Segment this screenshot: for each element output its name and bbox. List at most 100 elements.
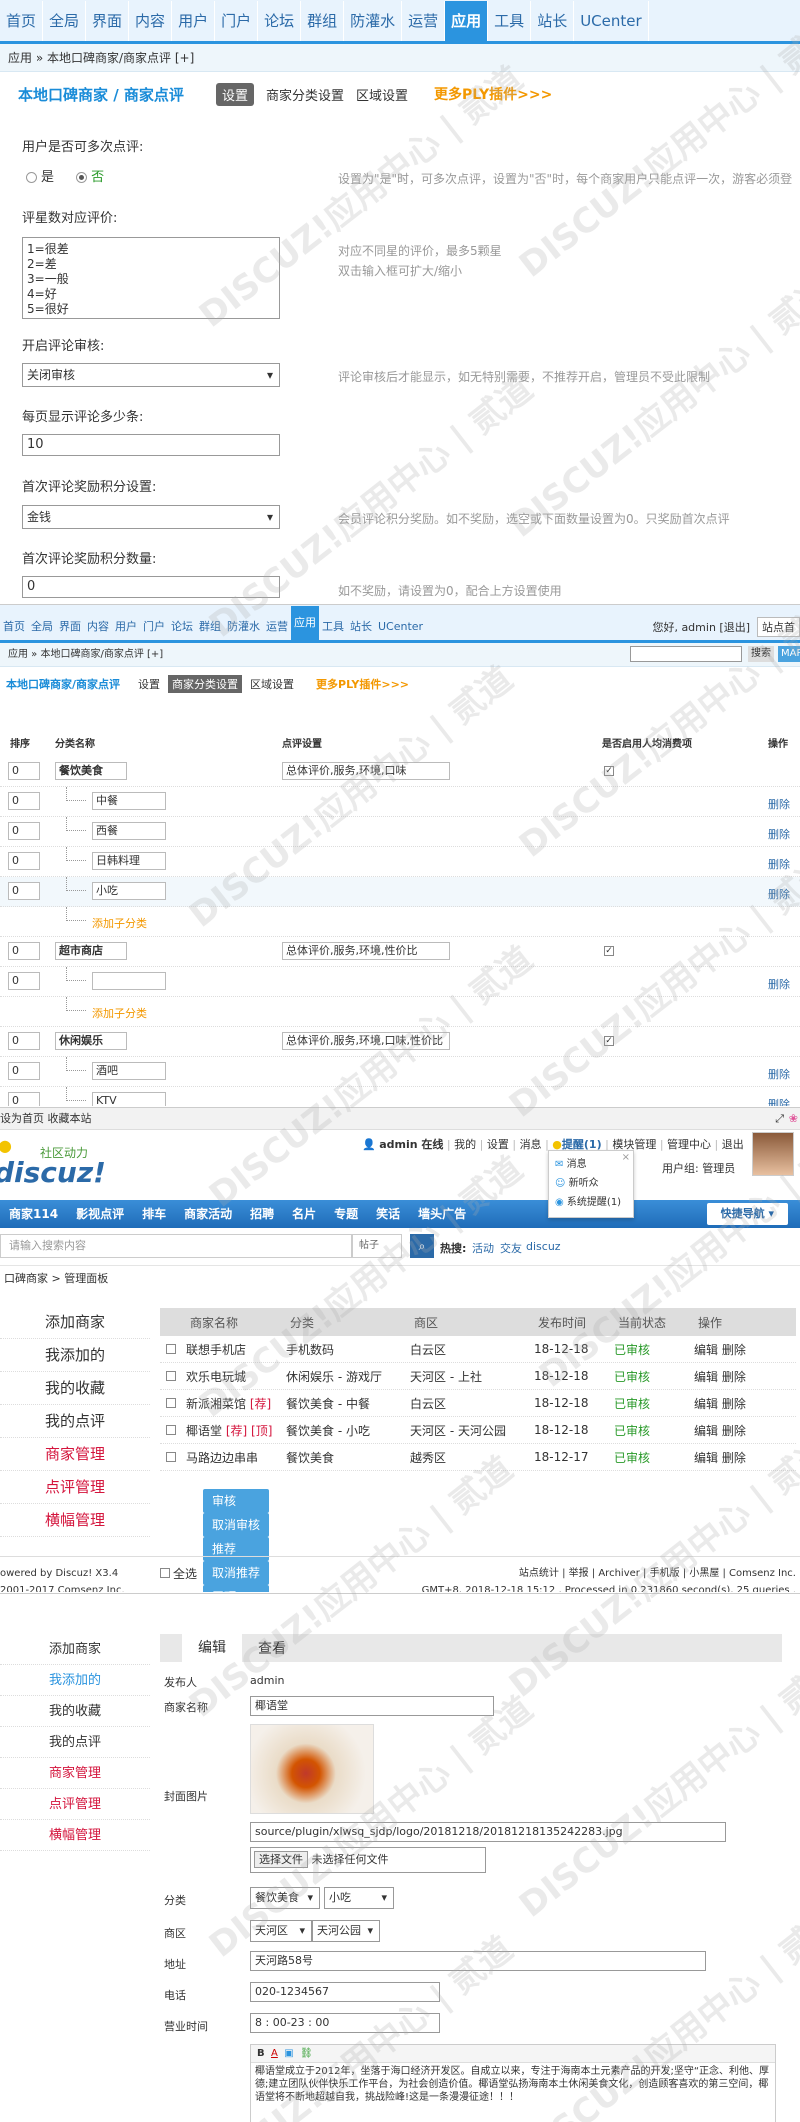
bold-icon[interactable]: B [257,2048,265,2059]
delete-link[interactable]: 删除 [768,796,790,812]
hot-word-2[interactable]: 交友 [500,1240,522,1256]
search-type-select[interactable]: 帖子 [352,1234,402,1258]
sidebar-item-3[interactable]: 我的点评 [0,1727,150,1758]
nav2-item-7[interactable]: 群组 [196,614,224,640]
sidebar-item-0[interactable]: 添加商家 [0,1634,150,1665]
tab-area-settings[interactable]: 区域设置 [356,85,408,104]
nav-item-2[interactable]: 界面 [86,1,130,41]
sidebar-item-0[interactable]: 添加商家 [0,1306,150,1339]
cover-image[interactable] [250,1724,374,1814]
nav-item-12[interactable]: 站长 [531,1,575,41]
tab-category-settings-2[interactable]: 商家分类设置 [168,675,243,693]
add-subcategory-link[interactable]: 添加子分类 [92,915,147,931]
main-nav-item-0[interactable]: 商家114 [0,1200,67,1228]
nav2-item-2[interactable]: 界面 [56,614,84,640]
nav-item-11[interactable]: 工具 [488,1,532,41]
delete-link[interactable]: 删除 [768,1096,790,1106]
main-nav-item-8[interactable]: 墙头广告 [409,1200,475,1228]
subcategory-name-input[interactable]: KTV [92,1092,166,1106]
menu-my[interactable]: 我的 [454,1138,476,1151]
sidebar-item-3[interactable]: 我的点评 [0,1405,150,1438]
sidebar-item-2[interactable]: 我的收藏 [0,1372,150,1405]
review-audit-select[interactable]: 关闭审核 [22,363,280,387]
nav2-item-1[interactable]: 全局 [28,614,56,640]
sidebar-item-6[interactable]: 横幅管理 [0,1504,150,1537]
delete-link[interactable]: 删除 [768,1066,790,1082]
expand-icon[interactable]: ⤢ [775,1108,784,1130]
order-input[interactable]: 0 [8,1032,40,1050]
search-button-2[interactable]: 搜索 [748,646,774,662]
order-input[interactable]: 0 [8,1062,40,1080]
order-input[interactable]: 0 [8,852,40,870]
row-checkbox[interactable] [166,1398,176,1408]
per-capita-checkbox[interactable]: ✓ [604,946,614,956]
category-name-input[interactable]: 超市商店 [55,942,127,960]
row-checkbox[interactable] [166,1371,176,1381]
main-nav-item-6[interactable]: 专题 [325,1200,367,1228]
order-input[interactable]: 0 [8,762,40,780]
nav2-item-9[interactable]: 运营 [263,614,291,640]
per-page-input[interactable]: 10 [22,434,280,456]
order-input[interactable]: 0 [8,1092,40,1106]
menu-settings[interactable]: 设置 [487,1138,509,1151]
nav2-item-11[interactable]: 工具 [319,614,347,640]
address-input[interactable]: 天河路58号 [250,1951,706,1971]
row-checkbox[interactable] [166,1425,176,1435]
nav-item-6[interactable]: 论坛 [258,1,302,41]
row-checkbox[interactable] [166,1344,176,1354]
per-capita-checkbox[interactable]: ✓ [604,766,614,776]
sidebar-item-6[interactable]: 横幅管理 [0,1820,150,1851]
font-color-icon[interactable]: A [271,2048,278,2059]
merchant-name-input[interactable]: 椰语堂 [250,1696,494,1716]
nav-item-13[interactable]: UCenter [574,1,649,41]
sidebar-item-1[interactable]: 我添加的 [0,1339,150,1372]
phone-input[interactable]: 020-1234567 [250,1982,440,2002]
area-select-2[interactable]: 天河公园 [312,1920,380,1942]
menu-admin-center[interactable]: 管理中心 [667,1138,711,1151]
delete-link[interactable]: 删除 [768,976,790,992]
hot-word-1[interactable]: 活动 [472,1240,494,1256]
logo[interactable]: discuz! [0,1156,106,1189]
sidebar-item-4[interactable]: 商家管理 [0,1438,150,1471]
nav2-item-10[interactable]: 应用 [291,606,319,640]
nav2-item-3[interactable]: 内容 [84,614,112,640]
main-nav-item-2[interactable]: 排车 [133,1200,175,1228]
area-select-1[interactable]: 天河区 [250,1920,312,1942]
subcategory-name-input[interactable]: 酒吧 [92,1062,166,1080]
choose-file-button[interactable]: 选择文件 [254,1851,308,1868]
nav2-item-13[interactable]: UCenter [375,614,426,640]
category-select-2[interactable]: 小吃 [324,1887,394,1909]
delete-link[interactable]: 删除 [768,856,790,872]
delete-link[interactable]: 删除 [768,826,790,842]
nav-item-8[interactable]: 防灌水 [344,1,403,41]
nav-item-7[interactable]: 群组 [301,1,345,41]
sidebar-item-2[interactable]: 我的收藏 [0,1696,150,1727]
top-bar-links[interactable]: 设为首页 收藏本站 [0,1112,92,1125]
nav-item-1[interactable]: 全局 [43,1,87,41]
reward-type-select[interactable]: 金钱 [22,505,280,529]
order-input[interactable]: 0 [8,972,40,990]
category-name-input[interactable]: 休闲娱乐 [55,1032,127,1050]
review-setting-input[interactable]: 总体评价,服务,环境,性价比 [282,942,450,960]
cover-path-input[interactable]: source/plugin/xlwsq_sjdp/logo/20181218/2… [250,1822,726,1842]
subcategory-name-input[interactable] [92,972,166,990]
row-checkbox[interactable] [166,1452,176,1462]
search-icon[interactable]: ⌕ [410,1234,434,1258]
radio-yes[interactable] [26,172,37,183]
category-select-1[interactable]: 餐饮美食 [250,1887,320,1909]
tab-settings-2[interactable]: 设置 [138,676,160,692]
star-rating-textarea[interactable]: 1=很差 2=差 3=一般 4=好 5=很好 [22,237,280,319]
theme-icon[interactable]: ❀ [789,1108,798,1130]
review-setting-input[interactable]: 总体评价,服务,环境,口味 [282,762,450,780]
nav-item-3[interactable]: 内容 [129,1,173,41]
more-plugins-link[interactable]: 更多PLY插件>>> [434,84,552,104]
nav-item-5[interactable]: 门户 [215,1,259,41]
user-group[interactable]: 用户组: 管理员 [662,1160,735,1176]
footer-links[interactable]: 站点统计 | 举报 | Archiver | 手机版 | 小黑屋 | Comse… [519,1565,796,1582]
quick-nav-button[interactable]: 快捷导航 ▾ [706,1203,788,1225]
main-nav-item-5[interactable]: 名片 [283,1200,325,1228]
nav-item-4[interactable]: 用户 [172,1,216,41]
subcategory-name-input[interactable]: 日韩料理 [92,852,166,870]
main-nav-item-4[interactable]: 招聘 [241,1200,283,1228]
more-plugins-link-2[interactable]: 更多PLY插件>>> [316,676,409,692]
